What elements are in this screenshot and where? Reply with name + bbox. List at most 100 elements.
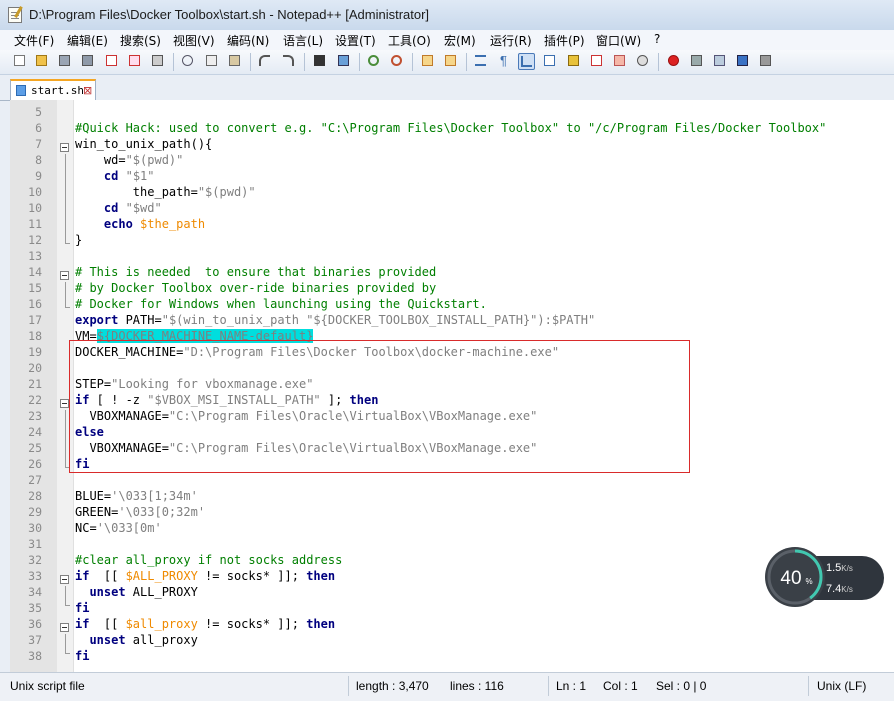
menu-language[interactable]: 语言(L) <box>283 32 323 49</box>
user-language-icon[interactable] <box>542 53 559 70</box>
code-line[interactable]: 21 STEP="Looking for vboxmanage.exe" <box>10 376 894 392</box>
menu-help[interactable]: ? <box>654 32 660 46</box>
code-line[interactable]: 10 cd "$wd" <box>10 200 894 216</box>
save-icon[interactable] <box>57 53 74 70</box>
gauge-percent-sign: % <box>805 577 812 586</box>
code-line[interactable]: 34 unset ALL_PROXY <box>10 584 894 600</box>
paste-icon[interactable] <box>227 53 244 70</box>
play-macro-icon[interactable] <box>712 53 729 70</box>
code-line[interactable]: 31 <box>10 536 894 552</box>
code-line[interactable]: 19 DOCKER_MACHINE="D:\Program Files\Docke… <box>10 344 894 360</box>
fold-toggle-icon[interactable] <box>60 271 69 280</box>
code-line[interactable]: 15 # by Docker Toolbox over-ride binaries… <box>10 280 894 296</box>
code-line[interactable]: 17 export PATH="$(win_to_unix_path "${DOC… <box>10 312 894 328</box>
indent-guide-icon[interactable] <box>518 53 535 70</box>
menu-plugins[interactable]: 插件(P) <box>544 32 585 49</box>
redo-icon[interactable] <box>281 53 298 70</box>
code-line[interactable]: 7 win_to_unix_path(){ <box>10 136 894 152</box>
code-line[interactable]: 14 # This is needed to ensure that binari… <box>10 264 894 280</box>
menu-window[interactable]: 窗口(W) <box>596 32 641 49</box>
function-list-icon[interactable] <box>589 53 606 70</box>
fold-toggle-icon[interactable] <box>60 623 69 632</box>
tab-close-icon[interactable]: ⊠ <box>83 84 92 97</box>
find-icon[interactable] <box>312 53 329 70</box>
menu-run[interactable]: 运行(R) <box>490 32 532 49</box>
save-macro-icon[interactable] <box>758 53 775 70</box>
line-number: 26 <box>28 457 42 471</box>
code-token: fi <box>75 457 90 471</box>
code-line[interactable]: 36 if [[ $all_proxy != socks* ]]; then <box>10 616 894 632</box>
code-line[interactable]: 23 VBOXMANAGE="C:\Program Files\Oracle\V… <box>10 408 894 424</box>
cut-icon[interactable] <box>180 53 197 70</box>
fold-toggle-icon[interactable] <box>60 143 69 152</box>
code-line[interactable]: 10 the_path="$(pwd)" <box>10 184 894 200</box>
code-line[interactable]: 5 <box>10 104 894 120</box>
code-token: $ALL_PROXY <box>125 569 198 583</box>
save-all-icon[interactable] <box>80 53 97 70</box>
code-line[interactable]: 12} <box>10 232 894 248</box>
code-line[interactable]: 27 <box>10 472 894 488</box>
code-line[interactable]: 11 echo $the_path <box>10 216 894 232</box>
print-icon[interactable] <box>150 53 167 70</box>
open-file-icon[interactable] <box>34 53 51 70</box>
code-editor[interactable]: 5 6 #Quick Hack: used to convert e.g. "C:\… <box>10 100 894 672</box>
code-line[interactable]: 30 NC='\033[0m' <box>10 520 894 536</box>
code-line[interactable]: 33 if [[ $ALL_PROXY != socks* ]]; then <box>10 568 894 584</box>
menu-encoding[interactable]: 编码(N) <box>227 32 269 49</box>
close-file-icon[interactable] <box>104 53 121 70</box>
code-line[interactable]: 35 fi <box>10 600 894 616</box>
fold-toggle-icon[interactable] <box>60 575 69 584</box>
stop-macro-icon[interactable] <box>689 53 706 70</box>
undo-icon[interactable] <box>257 53 274 70</box>
menu-edit[interactable]: 编辑(E) <box>67 32 108 49</box>
menu-macro[interactable]: 宏(M) <box>444 32 476 49</box>
line-number: 27 <box>28 473 42 487</box>
tab-start-sh[interactable]: start.sh ⊠ <box>10 79 96 100</box>
menu-view[interactable]: 视图(V) <box>173 32 215 49</box>
code-line[interactable]: 26 fi <box>10 456 894 472</box>
status-eol-format[interactable]: Unix (LF) <box>817 679 866 693</box>
code-line[interactable]: 38 fi <box>10 648 894 664</box>
replace-icon[interactable] <box>336 53 353 70</box>
word-wrap-icon[interactable] <box>473 53 490 70</box>
sync-vertical-icon[interactable] <box>420 53 437 70</box>
sync-horizontal-icon[interactable] <box>443 53 460 70</box>
menu-file[interactable]: 文件(F) <box>14 32 54 49</box>
code-line[interactable]: 16 # Docker for Windows when launching us… <box>10 296 894 312</box>
code-line[interactable]: 13 <box>10 248 894 264</box>
code-token: if <box>75 569 90 583</box>
zoom-in-icon[interactable] <box>366 53 383 70</box>
new-file-icon[interactable] <box>12 53 29 70</box>
monitoring-eye-icon[interactable] <box>635 53 652 70</box>
document-map-icon[interactable] <box>566 53 583 70</box>
code-line[interactable]: 6 #Quick Hack: used to convert e.g. "C:\P… <box>10 120 894 136</box>
run-macro-multiple-icon[interactable] <box>735 53 752 70</box>
code-line[interactable]: 9 cd "$1" <box>10 168 894 184</box>
code-line[interactable]: 29 GREEN='\033[0;32m' <box>10 504 894 520</box>
menu-search[interactable]: 搜索(S) <box>120 32 161 49</box>
code-line[interactable]: 28 BLUE='\033[1;34m' <box>10 488 894 504</box>
menu-settings[interactable]: 设置(T) <box>335 32 376 49</box>
line-code: if [ ! -z "$VBOX_MSI_INSTALL_PATH" ]; th… <box>75 392 378 408</box>
code-line[interactable]: 37 unset all_proxy <box>10 632 894 648</box>
code-line[interactable]: 18 VM=${DOCKER_MACHINE_NAME-default} <box>10 328 894 344</box>
record-macro-icon[interactable] <box>666 53 683 70</box>
show-all-characters-icon[interactable]: ¶ <box>496 53 513 70</box>
line-number: 12 <box>28 233 42 247</box>
close-all-icon[interactable] <box>127 53 144 70</box>
toolbar-separator <box>250 53 251 71</box>
copy-icon[interactable] <box>204 53 221 70</box>
code-line[interactable]: 20 <box>10 360 894 376</box>
menu-tools[interactable]: 工具(O) <box>388 32 431 49</box>
code-line[interactable]: 24 else <box>10 424 894 440</box>
folder-workspace-icon[interactable] <box>612 53 629 70</box>
fold-toggle-icon[interactable] <box>60 399 69 408</box>
network-speed-widget[interactable]: ↑ 1.5K/s ↓ 7.4K/s 40 % <box>764 546 886 608</box>
code-line[interactable]: 32 #clear all_proxy if not socks address <box>10 552 894 568</box>
code-line[interactable]: 22 if [ ! -z "$VBOX_MSI_INSTALL_PATH" ]; … <box>10 392 894 408</box>
code-line[interactable]: 25 VBOXMANAGE="C:\Program Files\Oracle\V… <box>10 440 894 456</box>
code-line[interactable]: 8 wd="$(pwd)" <box>10 152 894 168</box>
line-code: #clear all_proxy if not socks address <box>75 552 342 568</box>
zoom-out-icon[interactable] <box>389 53 406 70</box>
